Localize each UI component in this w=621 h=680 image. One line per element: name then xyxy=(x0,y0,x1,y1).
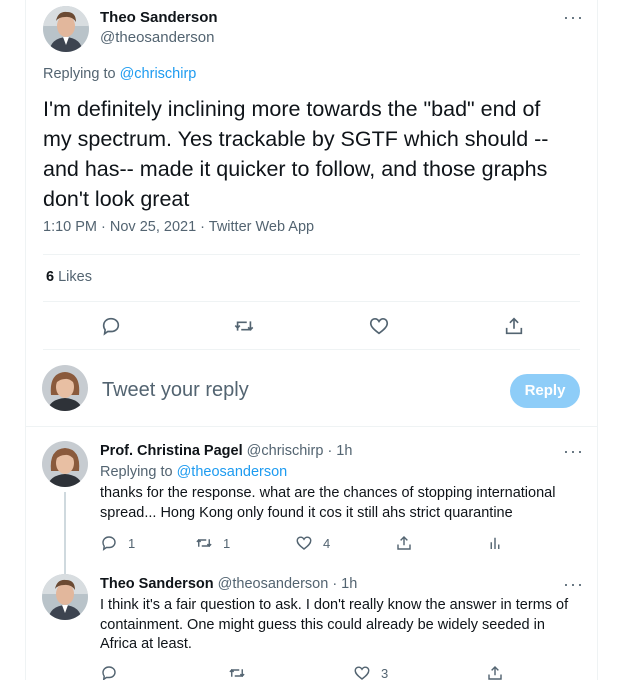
analytics-action[interactable] xyxy=(486,534,504,552)
author-handle[interactable]: @theosanderson xyxy=(100,28,218,48)
theo-avatar[interactable] xyxy=(42,574,88,620)
reply-author-name[interactable]: Prof. Christina Pagel xyxy=(100,443,243,459)
christina-avatar[interactable] xyxy=(42,441,88,487)
reply-action[interactable]: 1 xyxy=(100,534,135,552)
like-action[interactable]: 3 xyxy=(353,664,388,680)
main-tweet-author: Theo Sanderson @theosanderson xyxy=(100,8,218,48)
like-action[interactable]: 4 xyxy=(295,534,330,552)
divider xyxy=(43,349,580,350)
main-tweet-text: I'm definitely inclining more towards th… xyxy=(43,97,549,211)
heart-icon xyxy=(354,666,370,680)
reply-time[interactable]: · 1h xyxy=(327,443,352,459)
reply-text: thanks for the response. what are the ch… xyxy=(100,485,556,521)
replying-to-prefix: Replying to xyxy=(43,66,120,82)
reply-icon[interactable] xyxy=(100,315,122,337)
comment-icon xyxy=(102,536,116,551)
retweet-icon xyxy=(196,538,212,548)
reply-input[interactable]: Tweet your reply xyxy=(102,379,249,402)
likes-label: Likes xyxy=(58,269,92,285)
retweet-action[interactable] xyxy=(228,664,246,680)
reply-author-handle[interactable]: @chrischirp xyxy=(247,443,324,459)
more-options-icon[interactable]: ··· xyxy=(563,575,583,593)
retweet-icon xyxy=(229,668,245,678)
replying-to-prefix: Replying to xyxy=(100,464,177,480)
heart-icon xyxy=(296,536,312,550)
theo-avatar[interactable] xyxy=(43,6,89,52)
my-avatar[interactable] xyxy=(42,365,88,411)
more-options-icon[interactable]: ··· xyxy=(563,442,583,460)
reply-count: 1 xyxy=(128,535,136,551)
reply-text: I think it's a fair question to ask. I d… xyxy=(100,597,569,652)
share-action[interactable] xyxy=(395,534,413,552)
analytics-icon xyxy=(490,537,500,549)
reply-button[interactable]: Reply xyxy=(510,374,580,408)
replying-to-link[interactable]: @theosanderson xyxy=(177,464,288,480)
divider xyxy=(43,301,580,302)
reply-header: Prof. Christina Pagel @chrischirp · 1h xyxy=(100,442,352,461)
reply-action[interactable] xyxy=(100,664,118,680)
reply-author-handle[interactable]: @theosanderson xyxy=(218,576,329,592)
likes-count[interactable]: 6 Likes xyxy=(46,269,92,285)
author-name[interactable]: Theo Sanderson xyxy=(100,8,218,28)
thread-connector xyxy=(64,492,66,574)
comment-icon xyxy=(102,666,116,680)
divider xyxy=(43,254,580,255)
reply-header: Theo Sanderson @theosanderson · 1h xyxy=(100,575,357,594)
tweet-timestamp[interactable]: 1:10 PM · Nov 25, 2021 · Twitter Web App xyxy=(43,219,314,235)
like-count: 4 xyxy=(323,535,331,551)
replying-to-link[interactable]: @chrischirp xyxy=(120,66,197,82)
share-icon xyxy=(397,535,411,550)
more-options-icon[interactable]: ··· xyxy=(563,8,583,26)
share-action[interactable] xyxy=(486,664,504,680)
divider xyxy=(26,426,597,427)
replying-to-line: Replying to @chrischirp xyxy=(43,66,196,82)
reply-author-name[interactable]: Theo Sanderson xyxy=(100,576,214,592)
replying-to-line: Replying to @theosanderson xyxy=(100,463,287,482)
share-icon[interactable] xyxy=(503,315,525,337)
retweet-count: 1 xyxy=(223,535,231,551)
like-icon[interactable] xyxy=(368,315,390,337)
retweet-action[interactable]: 1 xyxy=(195,534,230,552)
like-count: 3 xyxy=(381,665,389,680)
likes-number: 6 xyxy=(46,269,55,285)
reply-time[interactable]: · 1h xyxy=(332,576,357,592)
share-icon xyxy=(488,665,502,680)
retweet-icon[interactable] xyxy=(233,315,255,337)
